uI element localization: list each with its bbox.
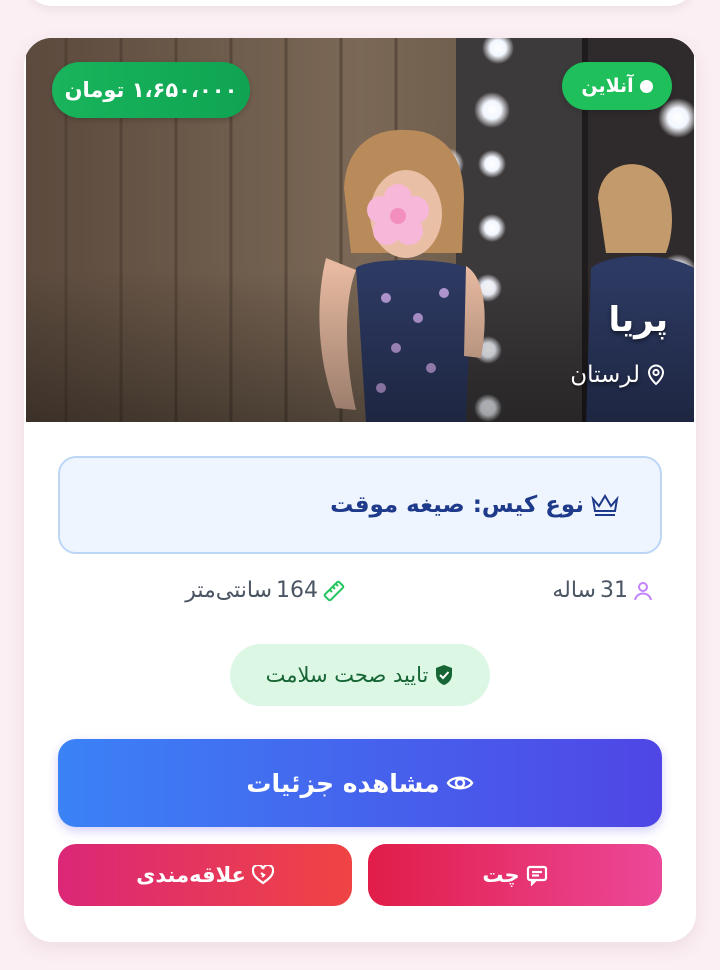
location-text: لرستان xyxy=(570,362,640,388)
case-type-box: نوع کیس: صیغه موقت xyxy=(58,456,662,554)
online-status-text: آنلاین xyxy=(581,75,634,97)
ruler-icon xyxy=(322,579,346,603)
age-stat: 31 ساله xyxy=(552,578,654,603)
favorite-button[interactable]: علاقه‌مندی xyxy=(58,844,352,906)
profile-card[interactable]: ۱،۶۵۰،۰۰۰ تومان آنلاین پریا لرستان نوع ک… xyxy=(24,38,696,942)
crown-icon xyxy=(590,492,620,518)
age-unit: ساله xyxy=(552,578,596,603)
profile-name: پریا xyxy=(608,300,668,340)
chat-button[interactable]: چت xyxy=(368,844,662,906)
previous-card-edge xyxy=(24,0,696,6)
profile-location: لرستان xyxy=(570,362,668,388)
chat-icon xyxy=(526,864,548,886)
stats-row: 31 ساله 164 سانتی‌متر xyxy=(24,578,696,614)
view-details-label: مشاهده جزئیات xyxy=(246,768,440,798)
height-unit: سانتی‌متر xyxy=(185,578,272,603)
health-verified-badge: تایید صحت سلامت xyxy=(230,644,490,706)
profile-photo[interactable]: ۱،۶۵۰،۰۰۰ تومان آنلاین پریا لرستان xyxy=(26,38,694,422)
user-icon xyxy=(632,580,654,602)
online-dot-icon xyxy=(639,79,653,93)
shield-check-icon xyxy=(434,664,454,686)
height-value: 164 xyxy=(276,578,318,603)
map-pin-icon xyxy=(644,363,668,387)
online-status-badge: آنلاین xyxy=(562,62,672,110)
age-value: 31 xyxy=(600,578,628,603)
height-stat: 164 سانتی‌متر xyxy=(185,578,346,603)
view-details-button[interactable]: مشاهده جزئیات xyxy=(58,739,662,827)
case-type-text: نوع کیس: صیغه موقت xyxy=(330,492,584,518)
heart-icon xyxy=(251,865,274,885)
chat-label: چت xyxy=(482,863,520,887)
eye-icon xyxy=(446,772,474,794)
price-badge: ۱،۶۵۰،۰۰۰ تومان xyxy=(52,62,250,118)
favorite-label: علاقه‌مندی xyxy=(136,863,246,887)
price-text: ۱،۶۵۰،۰۰۰ تومان xyxy=(64,78,238,102)
health-text: تایید صحت سلامت xyxy=(265,663,429,687)
